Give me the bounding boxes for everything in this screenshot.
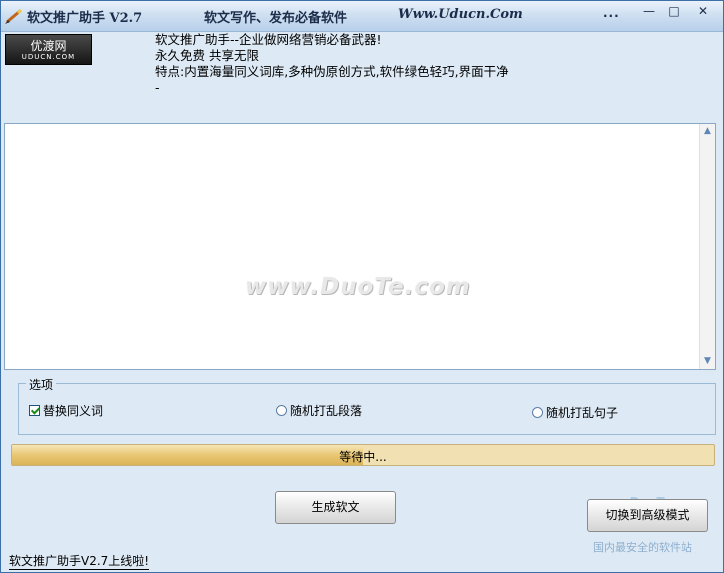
title-bar[interactable]: 软文推广助手 V2.7 软文写作、发布必备软件 Www.Uducn.Com ..…	[1, 1, 723, 32]
logo-text: 优渡网	[30, 39, 67, 53]
app-slogan: 软文写作、发布必备软件	[204, 11, 348, 26]
shuffle-sentences-radio[interactable]: 随机打乱句子	[532, 404, 618, 421]
checkbox-checked-icon[interactable]	[29, 405, 40, 416]
shuffle-paragraphs-radio[interactable]: 随机打乱段落	[276, 402, 362, 419]
shuffle-sentences-label: 随机打乱句子	[546, 406, 619, 420]
replace-synonyms-label: 替换同义词	[43, 404, 104, 418]
radio-icon[interactable]	[532, 407, 543, 418]
app-title: 软文推广助手 V2.7	[27, 11, 143, 26]
generate-button[interactable]: 生成软文	[275, 491, 396, 524]
scroll-down-icon[interactable]: ▼	[702, 356, 713, 367]
maximize-button[interactable]: □	[662, 4, 686, 20]
info-line: 永久免费 共享无限	[155, 48, 259, 63]
watermark-text: www.DuoTe.com	[245, 274, 471, 300]
options-group: 选项 替换同义词 随机打乱段落 随机打乱句子	[18, 376, 716, 435]
options-title: 选项	[26, 376, 57, 393]
advanced-mode-button[interactable]: 切换到高级模式	[587, 499, 708, 532]
progress-label: 等待中...	[339, 450, 387, 464]
pencil-icon	[5, 8, 23, 24]
scroll-up-icon[interactable]: ▲	[702, 126, 713, 137]
minimize-button[interactable]: —	[637, 4, 661, 20]
more-icon[interactable]: ...	[603, 6, 620, 20]
uducn-logo[interactable]: 优渡网 UDUCN.COM	[5, 34, 92, 65]
vertical-scrollbar[interactable]: ▲ ▼	[699, 124, 715, 369]
close-button[interactable]: ✕	[689, 4, 717, 20]
radio-icon[interactable]	[276, 405, 287, 416]
logo-subtext: UDUCN.COM	[21, 53, 76, 61]
main-window: 软文推广助手 V2.7 软文写作、发布必备软件 Www.Uducn.Com ..…	[0, 0, 724, 573]
info-line: 软文推广助手--企业做网络营销必备武器!	[155, 32, 382, 47]
shuffle-paragraphs-label: 随机打乱段落	[290, 404, 363, 418]
info-line: -	[155, 80, 160, 95]
website-link[interactable]: Www.Uducn.Com	[398, 7, 523, 22]
info-text: 软文推广助手--企业做网络营销必备武器! 永久免费 共享无限 特点:内置海量同义…	[155, 32, 509, 96]
article-textarea[interactable]: www.DuoTe.com ▲ ▼	[4, 123, 716, 370]
replace-synonyms-checkbox[interactable]: 替换同义词	[29, 402, 103, 419]
status-link[interactable]: 软文推广助手V2.7上线啦!	[9, 552, 150, 570]
info-line: 特点:内置海量同义词库,多种伪原创方式,软件绿色轻巧,界面干净	[155, 64, 509, 79]
progress-bar: 等待中...	[11, 444, 715, 466]
corner-tagline: 国内最安全的软件站	[593, 541, 692, 554]
